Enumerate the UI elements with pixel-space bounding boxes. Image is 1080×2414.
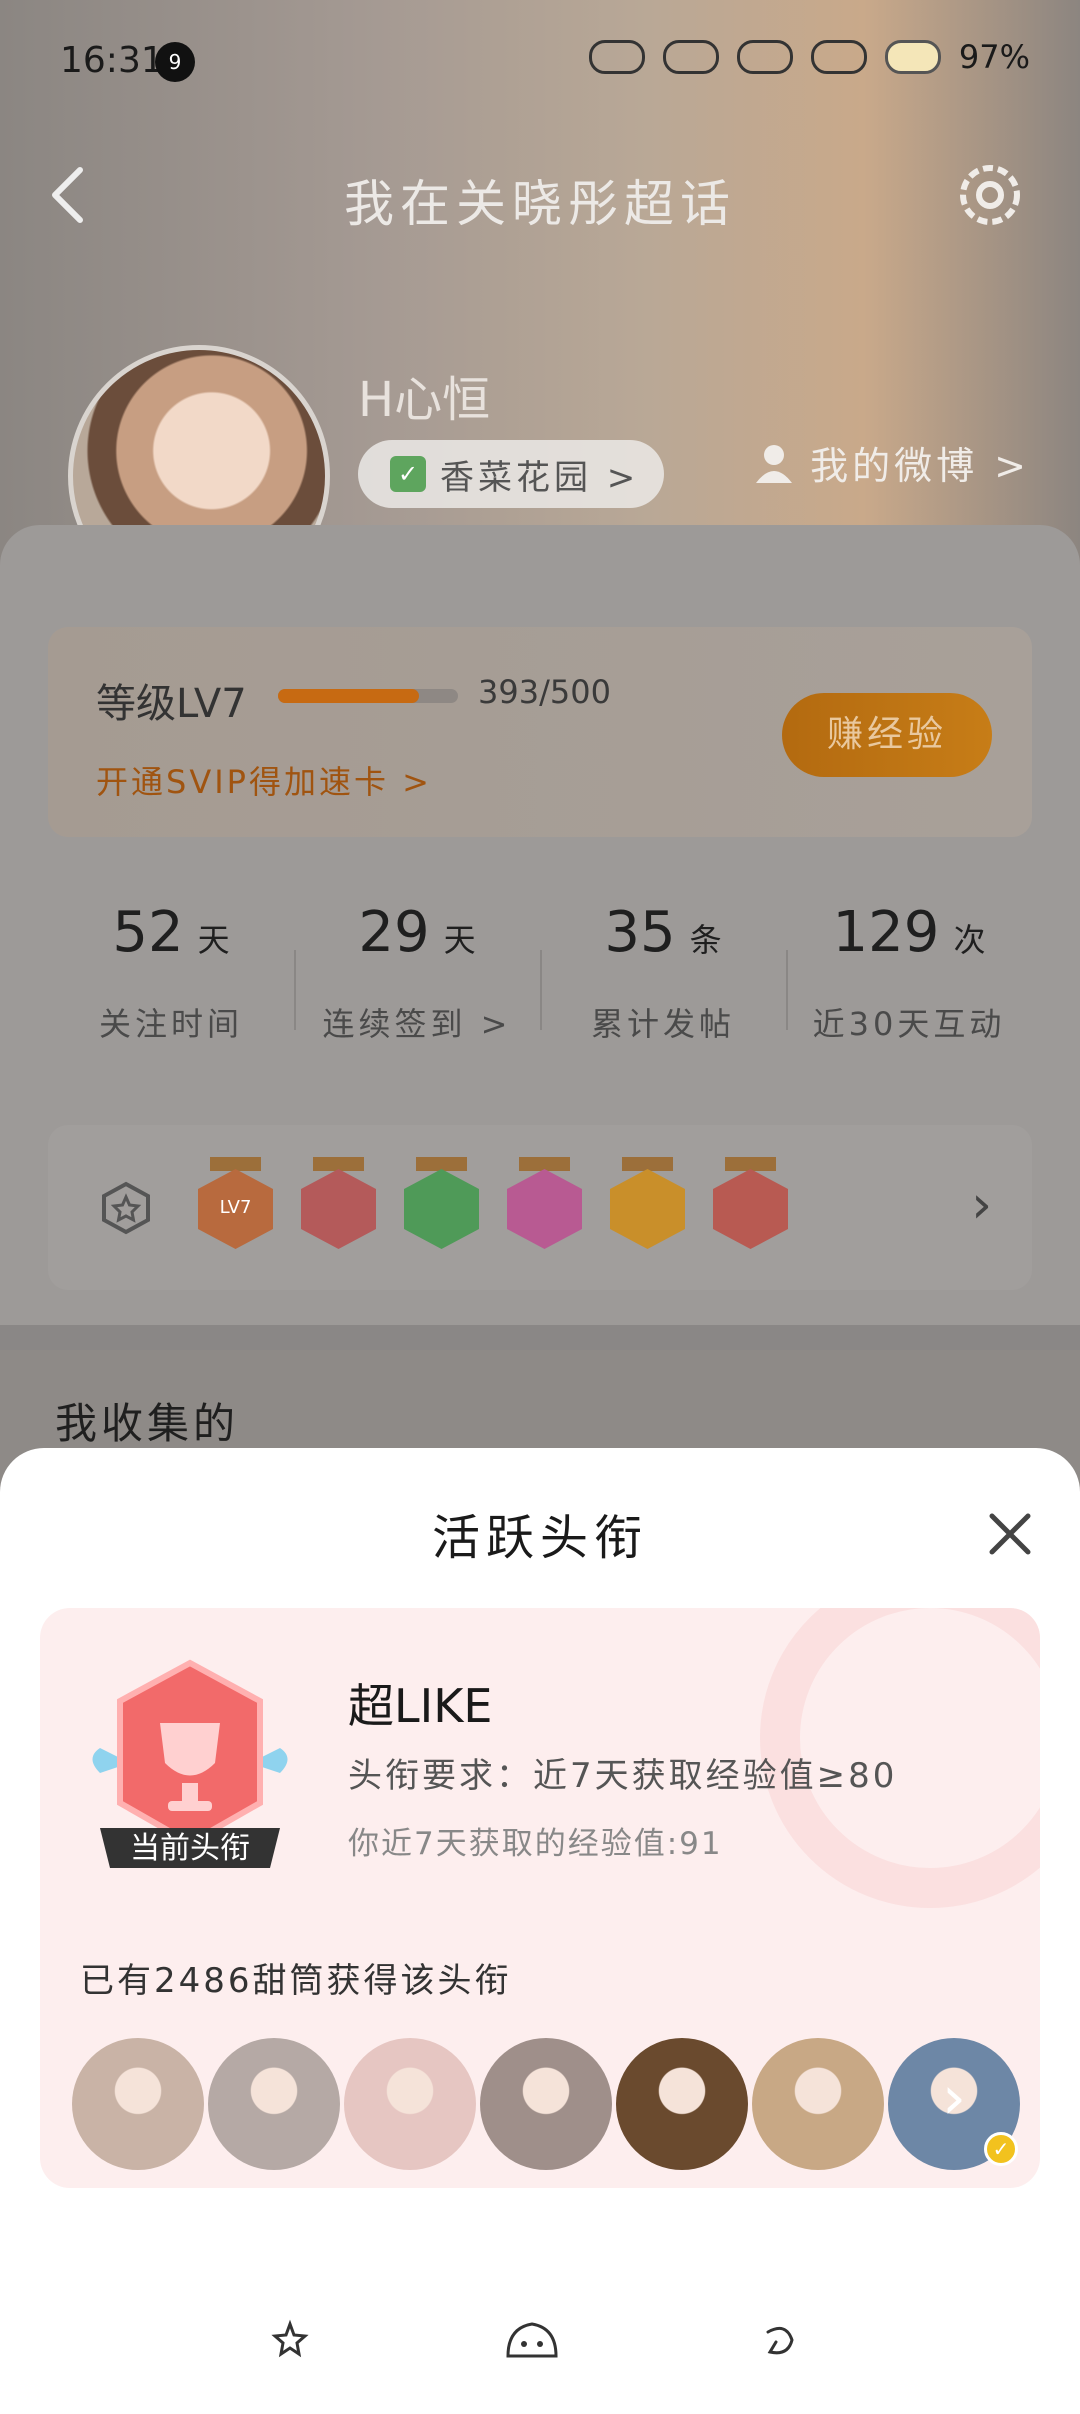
badge-text: LV7	[219, 1197, 252, 1218]
title-requirement: 头衔要求：近7天获取经验值≥80	[348, 1756, 898, 1796]
stats-row: 52 天 关注时间 29 天 连续签到 > 35 条 累计发帖 129 次 近30天互动	[48, 880, 1032, 1080]
badge-ribbon	[210, 1157, 261, 1171]
page-title: 我在关晓彤超话	[344, 175, 736, 233]
title-name: 超LIKE	[348, 1679, 493, 1733]
badge-hexagon	[404, 1169, 479, 1249]
stat-label: 累计发帖	[590, 1005, 735, 1043]
holder-avatar-2[interactable]	[208, 2038, 340, 2170]
title-bottom-sheet: 活跃头衔 当前头衔 超LIKE 头衔要求：近7天获取经验值≥80 你近7天获取的…	[0, 1448, 1080, 2414]
badge-ribbon	[313, 1157, 364, 1171]
signal-icon	[588, 40, 645, 74]
holder-avatar-5[interactable]	[616, 2038, 748, 2170]
svip-link[interactable]: 开通SVIP得加速卡 >	[96, 757, 432, 803]
close-icon[interactable]	[982, 1506, 1038, 1562]
level-label: 等级LV7	[96, 681, 247, 727]
graduation-badge[interactable]	[507, 1157, 582, 1252]
stat-label: 关注时间	[98, 1005, 243, 1043]
medal-star-icon	[102, 1181, 150, 1235]
stat-interactions: 129 次 近30天互动	[786, 880, 1032, 1080]
my-weibo-label: 我的微博 >	[810, 444, 1030, 488]
holder-avatar-4[interactable]	[480, 2038, 612, 2170]
stat-checkin-days[interactable]: 29 天 连续签到 >	[294, 880, 540, 1080]
battery-level: 97%	[958, 38, 1030, 76]
badge-hexagon	[507, 1169, 582, 1249]
badge-ribbon	[622, 1157, 673, 1171]
garden-label: 香菜花园 >	[440, 457, 640, 498]
stat-value: 52	[112, 900, 184, 965]
level-progress-fill	[278, 689, 420, 703]
holder-avatar-6[interactable]	[752, 2038, 884, 2170]
person-icon	[756, 444, 793, 483]
stat-posts: 35 条 累计发帖	[540, 880, 786, 1080]
garden-link[interactable]: ✓ 香菜花园 >	[358, 440, 664, 508]
current-title-caption: 当前头衔	[130, 1831, 250, 1866]
badge-wall[interactable]: LV7 ›	[48, 1125, 1032, 1290]
chevron-right-icon[interactable]: ›	[971, 1175, 992, 1235]
nav-back-icon[interactable]	[748, 2310, 808, 2370]
sheet-title: 活跃头衔	[431, 1510, 648, 1566]
title-card: 当前头衔 超LIKE 头衔要求：近7天获取经验值≥80 你近7天获取的经验值:9…	[40, 1608, 1040, 2188]
stat-unit: 天	[443, 921, 476, 959]
stat-follow-days: 52 天 关注时间	[48, 880, 294, 1080]
section-divider	[0, 1325, 1080, 1350]
stat-unit: 次	[953, 921, 986, 959]
stat-value: 35	[604, 900, 676, 965]
calendar-check-icon: ✓	[390, 456, 426, 492]
stat-unit: 条	[689, 921, 722, 959]
nav-star-icon[interactable]	[260, 2310, 320, 2370]
trophy-badge-icon: 当前头衔	[92, 1659, 288, 1868]
holder-avatars: › ✓	[72, 2038, 1020, 2170]
notification-badge: 9	[155, 42, 195, 82]
level-panel: 等级LV7 393/500 开通SVIP得加速卡 > 赚经验	[48, 627, 1032, 837]
username: H心恒	[358, 372, 491, 428]
status-bar: 16:31 9 97%	[0, 0, 1080, 120]
stat-value: 29	[358, 900, 430, 965]
badge-ribbon	[519, 1157, 570, 1171]
badge-ribbon	[725, 1157, 776, 1171]
trophy-badge[interactable]	[301, 1157, 376, 1252]
my-weibo-link[interactable]: 我的微博 >	[752, 435, 1030, 490]
stat-unit: 天	[197, 921, 230, 959]
gear-icon[interactable]	[950, 155, 1030, 235]
badge-hexagon	[610, 1169, 685, 1249]
status-time: 16:31	[60, 40, 164, 81]
wifi-icon	[662, 40, 719, 74]
level-progress-bar	[278, 689, 458, 703]
holder-avatar-3[interactable]	[344, 2038, 476, 2170]
level-progress-text: 393/500	[478, 673, 611, 711]
weather-icon	[884, 40, 941, 74]
nav-home-icon[interactable]	[502, 2310, 562, 2370]
earn-exp-button[interactable]: 赚经验	[782, 693, 992, 777]
verified-check-icon: ✓	[984, 2132, 1018, 2166]
badge-hexagon	[301, 1169, 376, 1249]
system-nav-bar	[0, 2310, 1080, 2370]
holder-avatar-1[interactable]	[72, 2038, 204, 2170]
holders-count-text: 已有2486甜筒获得该头衔	[80, 1961, 512, 2001]
stat-value: 129	[832, 900, 940, 965]
holder-avatar-more[interactable]: › ✓	[888, 2038, 1020, 2170]
my-exp-value: 你近7天获取的经验值:91	[348, 1826, 723, 1862]
hand-badge[interactable]	[404, 1157, 479, 1252]
lv7-badge[interactable]: LV7	[198, 1157, 273, 1252]
mobile-data-icon	[810, 40, 867, 74]
top-navigation: 我在关晓彤超话	[0, 150, 1080, 240]
stat-label: 近30天互动	[812, 1005, 1006, 1043]
badge-list: LV7	[198, 1157, 788, 1252]
stat-label: 连续签到 >	[322, 1005, 512, 1043]
laugh-badge[interactable]	[610, 1157, 685, 1252]
mobile-data-icon	[736, 40, 793, 74]
badge-hexagon	[713, 1169, 788, 1249]
badge-ribbon	[416, 1157, 467, 1171]
collection-title: 我收集的	[55, 1399, 240, 1448]
rock-hand-badge[interactable]	[713, 1157, 788, 1252]
status-icons: 97%	[588, 38, 1030, 76]
